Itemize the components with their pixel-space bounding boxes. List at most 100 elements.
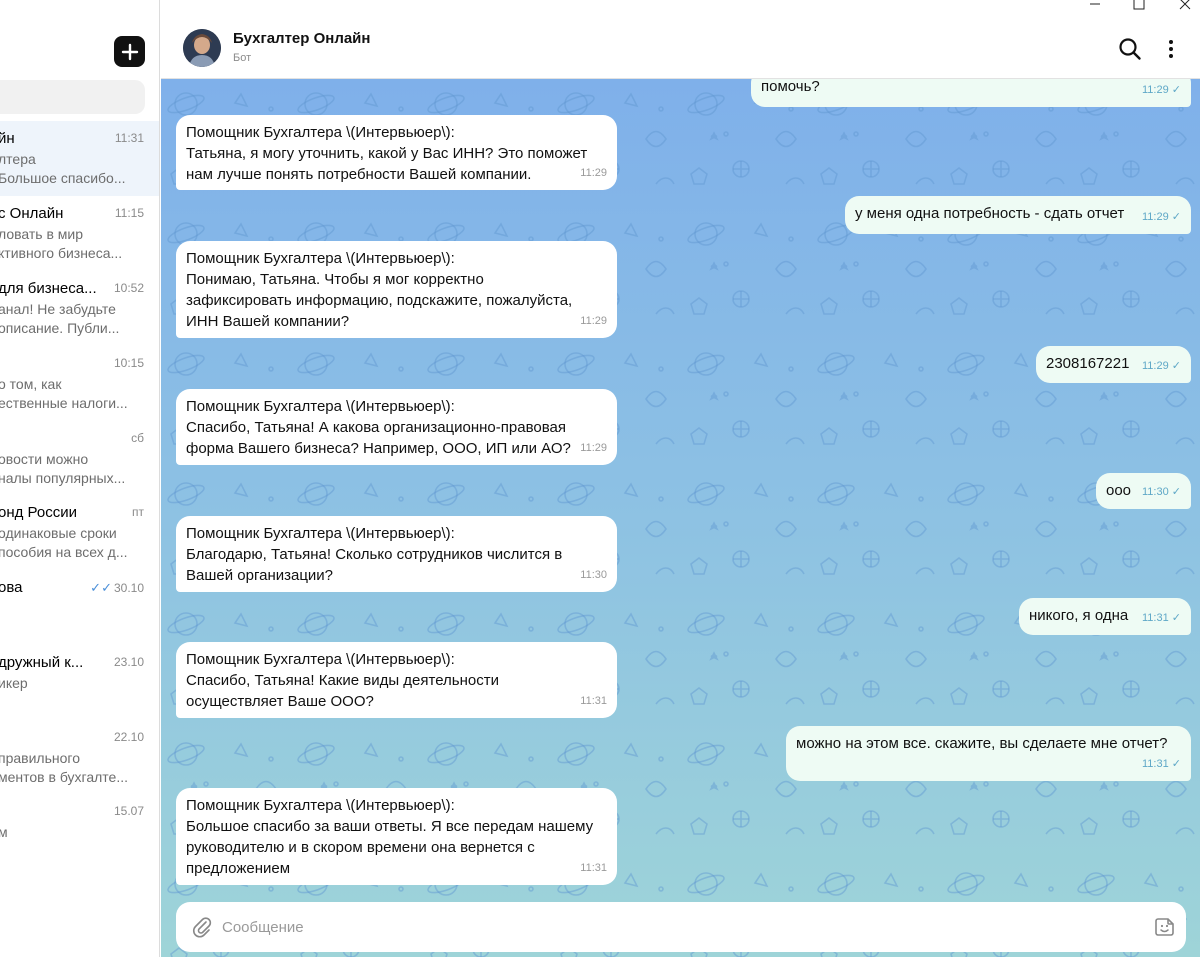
- chat-name: с Онлайн: [0, 205, 64, 222]
- message-area[interactable]: помочь? 11:29 ✓ Помощник Бухгалтера \(Ин…: [161, 79, 1200, 957]
- chat-preview-line: ктивного бизнеса...: [0, 245, 123, 261]
- message-text: Помощник Бухгалтера \(Интервьюер\): Благ…: [186, 525, 563, 584]
- attach-button[interactable]: [192, 916, 212, 938]
- message-time-text: 11:29: [1142, 360, 1169, 372]
- outgoing-message[interactable]: у меня одна потребность - сдать отчет 11…: [845, 196, 1191, 234]
- message-time: 11:29: [580, 442, 607, 454]
- read-check-icon: ✓: [1171, 612, 1181, 624]
- chat-preview-line: анал! Не забудьте: [0, 301, 116, 317]
- chat-name: для бизнеса...: [0, 280, 97, 297]
- search-icon: [1119, 38, 1141, 60]
- chat-time: 10:52: [113, 281, 144, 295]
- chat-preview-line: ловать в мир: [0, 226, 84, 242]
- chat-title: Бухгалтер Онлайн: [233, 30, 371, 47]
- chat-list-item[interactable]: онд России пт одинаковые сроки пособия н…: [0, 495, 159, 570]
- chat-time: 10:15: [113, 356, 144, 370]
- new-chat-button[interactable]: [114, 36, 145, 67]
- message-time: 11:31 ✓: [1142, 754, 1181, 775]
- message-text: Помощник Бухгалтера \(Интервьюер\): Боль…: [186, 797, 594, 877]
- chat-list-item[interactable]: для бизнеса... 10:52 анал! Не забудьте о…: [0, 271, 159, 346]
- maximize-button[interactable]: [1129, 0, 1149, 14]
- maximize-icon: [1133, 0, 1145, 10]
- message-text: Помощник Бухгалтера \(Интервьюер\): Спас…: [186, 651, 500, 710]
- chat-header: Бухгалтер Онлайн Бот: [161, 0, 1200, 79]
- chat-time: 11:31: [114, 131, 144, 145]
- outgoing-message[interactable]: можно на этом все. скажите, вы сделаете …: [786, 726, 1191, 781]
- chat-time: пт: [132, 505, 144, 519]
- minimize-button[interactable]: [1085, 0, 1105, 14]
- message-text: Помощник Бухгалтера \(Интервьюер\): Тать…: [186, 124, 588, 183]
- chat-list-item[interactable]: сб овости можно налы популярных...: [0, 421, 159, 496]
- outgoing-message[interactable]: помочь? 11:29 ✓: [751, 79, 1191, 107]
- message-composer: [176, 902, 1186, 952]
- paperclip-icon: [193, 917, 212, 938]
- message-time: 11:29: [580, 315, 607, 327]
- message-time: 11:30: [580, 569, 607, 581]
- more-options-button[interactable]: [1161, 37, 1181, 61]
- chat-name: ова: [0, 579, 23, 596]
- chat-time: 23.10: [113, 655, 144, 669]
- close-window-button[interactable]: [1175, 0, 1195, 14]
- message-time-text: 11:29: [1142, 84, 1169, 96]
- message-time: 11:30 ✓: [1142, 482, 1181, 503]
- chat-preview-line: налы популярных...: [0, 470, 126, 486]
- outgoing-message[interactable]: 2308167221 11:29 ✓: [1036, 346, 1191, 383]
- chat-list-item[interactable]: 15.07 м: [0, 794, 159, 869]
- chat-preview-line: описание. Публи...: [0, 320, 120, 336]
- search-button[interactable]: [1118, 37, 1142, 61]
- chat-search-input[interactable]: [0, 80, 145, 114]
- message-time-text: 11:31: [1142, 612, 1169, 624]
- read-check-icon: ✓: [1171, 758, 1181, 770]
- incoming-message[interactable]: Помощник Бухгалтера \(Интервьюер\): Тать…: [176, 115, 617, 190]
- message-time: 11:31: [580, 695, 607, 707]
- chat-preview-line: овости можно: [0, 451, 89, 467]
- chat-preview-line: Большое спасибо...: [0, 170, 126, 186]
- message-time: 11:29: [580, 167, 607, 179]
- read-check-icon: ✓: [1171, 211, 1181, 223]
- read-check-icon: ✓: [1171, 486, 1181, 498]
- chat-time: 15.07: [113, 804, 144, 818]
- chat-list-item[interactable]: ова ✓✓ 30.10: [0, 570, 159, 645]
- chat-list-sidebar: йн 11:31 лтера Большое спасибо... с Онла…: [0, 0, 160, 957]
- message-time: 11:31 ✓: [1142, 608, 1181, 629]
- message-text: у меня одна потребность - сдать отчет: [855, 205, 1125, 222]
- incoming-message[interactable]: Помощник Бухгалтера \(Интервьюер\): Спас…: [176, 389, 617, 465]
- double-check-icon: ✓✓: [90, 580, 112, 595]
- message-input[interactable]: [222, 912, 1122, 942]
- chat-preview-line: лтера: [0, 151, 36, 167]
- chat-list-item[interactable]: йн 11:31 лтера Большое спасибо...: [0, 121, 159, 196]
- chat-name: дружный к...: [0, 654, 84, 671]
- chat-list-item[interactable]: 22.10 правильного ментов в бухгалте...: [0, 720, 159, 795]
- chat-time: сб: [131, 431, 144, 445]
- message-time: 11:29 ✓: [1142, 80, 1181, 101]
- chat-preview-line: пособия на всех д...: [0, 544, 128, 560]
- message-text: Помощник Бухгалтера \(Интервьюер\): Спас…: [186, 398, 571, 457]
- message-text: помочь?: [761, 79, 820, 95]
- minimize-icon: [1090, 3, 1100, 5]
- message-time: 11:31: [580, 862, 607, 874]
- chat-preview-line: ментов в бухгалте...: [0, 769, 129, 785]
- incoming-message[interactable]: Помощник Бухгалтера \(Интервьюер\): Спас…: [176, 642, 617, 718]
- chat-name: йн: [0, 130, 15, 147]
- chat-preview-line: икер: [0, 675, 28, 691]
- avatar-portrait-icon: [183, 29, 221, 67]
- chat-preview-line: о том, как: [0, 376, 62, 392]
- outgoing-message[interactable]: ооо 11:30 ✓: [1096, 473, 1191, 509]
- avatar[interactable]: [183, 29, 221, 67]
- outgoing-message[interactable]: никого, я одна 11:31 ✓: [1019, 598, 1191, 635]
- incoming-message[interactable]: Помощник Бухгалтера \(Интервьюер\): Боль…: [176, 788, 617, 885]
- plus-icon: [121, 43, 138, 60]
- chat-preview-line: м: [0, 824, 8, 840]
- incoming-message[interactable]: Помощник Бухгалтера \(Интервьюер\): Благ…: [176, 516, 617, 592]
- chat-subtitle: Бот: [233, 52, 252, 64]
- chat-list-item[interactable]: с Онлайн 11:15 ловать в мир ктивного биз…: [0, 196, 159, 271]
- chat-list-item[interactable]: дружный к... 23.10 икер: [0, 645, 159, 720]
- incoming-message[interactable]: Помощник Бухгалтера \(Интервьюер\): Пони…: [176, 241, 617, 338]
- message-time-text: 11:30: [1142, 486, 1169, 498]
- chat-name: онд России: [0, 504, 77, 521]
- close-icon: [1179, 0, 1191, 10]
- message-text: можно на этом все. скажите, вы сделаете …: [796, 735, 1168, 752]
- sticker-button[interactable]: [1154, 916, 1176, 938]
- chat-list-item[interactable]: 10:15 о том, как ественные налоги...: [0, 346, 159, 421]
- read-check-icon: ✓: [1171, 84, 1181, 96]
